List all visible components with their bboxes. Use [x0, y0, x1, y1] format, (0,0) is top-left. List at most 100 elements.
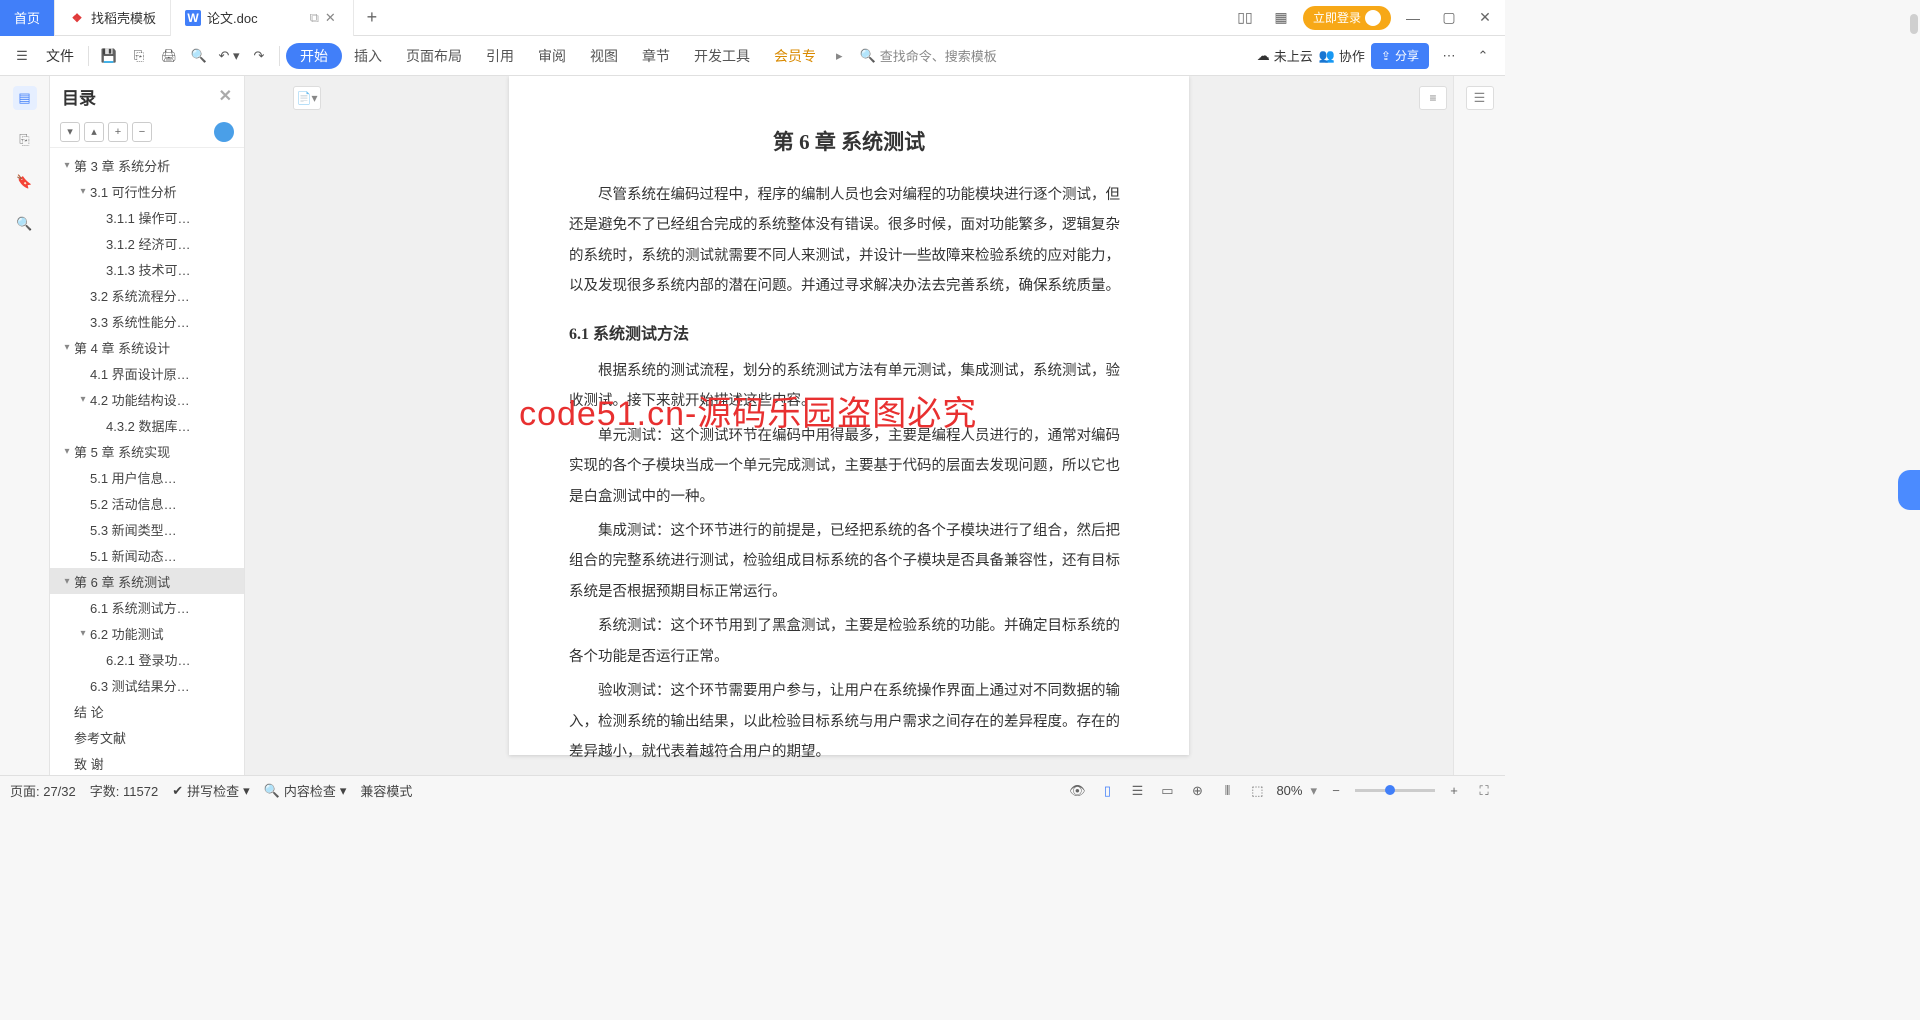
expand-all-button[interactable]: ▴	[84, 122, 104, 142]
outline-item[interactable]: 6.3 测试结果分…	[50, 672, 244, 698]
save-icon[interactable]: 💾	[95, 42, 123, 70]
ribbon-tab-7[interactable]: 开发工具	[682, 36, 762, 76]
outline-item[interactable]: 5.3 新闻类型…	[50, 516, 244, 542]
nav-icon[interactable]: ⎘	[13, 128, 37, 152]
window-minimize-icon[interactable]: —	[1399, 10, 1427, 26]
outline-item[interactable]: 参考文献	[50, 724, 244, 750]
ribbon-tab-0[interactable]: 开始	[286, 43, 342, 69]
hamburger-icon[interactable]: ☰	[8, 42, 36, 70]
outline-item[interactable]: 4.1 界面设计原…	[50, 360, 244, 386]
outline-item[interactable]: 3.1.2 经济可…	[50, 230, 244, 256]
collapse-ribbon-icon[interactable]: ⌃	[1469, 42, 1497, 70]
outline-item[interactable]: 致 谢	[50, 750, 244, 775]
document-area[interactable]: 📄▾ ≡ code51.cn-源码乐园盗图必究 第 6 章 系统测试 尽管系统在…	[245, 76, 1453, 775]
window-close-icon[interactable]: ✕	[1471, 9, 1499, 26]
view-page-icon[interactable]: ▯	[1096, 780, 1118, 802]
eye-icon[interactable]: 👁	[1066, 780, 1088, 802]
outline-item[interactable]: 3.1.1 操作可…	[50, 204, 244, 230]
ribbon-tab-4[interactable]: 审阅	[526, 36, 578, 76]
outline-item[interactable]: 5.1 新闻动态…	[50, 542, 244, 568]
apps-icon[interactable]: ▦	[1267, 9, 1295, 26]
chevron-icon: ▾	[60, 446, 74, 457]
outline-item[interactable]: ▾4.2 功能结构设…	[50, 386, 244, 412]
page-indicator[interactable]: 页面: 27/32	[10, 781, 76, 800]
ribbon-tab-5[interactable]: 视图	[578, 36, 630, 76]
view-outline-icon[interactable]: ☰	[1126, 780, 1148, 802]
find-icon[interactable]: 🔍	[13, 212, 37, 236]
fullscreen-icon[interactable]: ⛶	[1473, 780, 1495, 802]
outline-item[interactable]: ▾第 5 章 系统实现	[50, 438, 244, 464]
zoom-slider-thumb[interactable]	[1385, 785, 1395, 795]
zoom-level[interactable]: 80%	[1276, 783, 1302, 798]
layout-options-button[interactable]: ≡	[1419, 86, 1447, 110]
chevron-icon: ▾	[60, 160, 74, 171]
ribbon-tab-1[interactable]: 插入	[342, 36, 394, 76]
zoom-fit-icon[interactable]: ⬚	[1246, 780, 1268, 802]
ribbon-tab-8[interactable]: 会员专	[762, 36, 828, 76]
share-button[interactable]: ⇪分享	[1371, 43, 1429, 69]
spellcheck-button[interactable]: ✔拼写检查 ▾	[172, 781, 249, 800]
sync-icon[interactable]	[214, 122, 234, 142]
outline-item[interactable]: 5.2 活动信息…	[50, 490, 244, 516]
preview-icon[interactable]: 🔍	[185, 42, 213, 70]
tab-template[interactable]: ❖ 找稻壳模板	[55, 0, 171, 36]
outline-item[interactable]: 3.2 系统流程分…	[50, 282, 244, 308]
cloud-icon: ☁	[1257, 48, 1270, 64]
outline-item[interactable]: ▾第 6 章 系统测试	[50, 568, 244, 594]
coop-button[interactable]: 👥协作	[1319, 46, 1365, 65]
zoom-out-icon[interactable]: −	[1325, 780, 1347, 802]
demote-button[interactable]: −	[132, 122, 152, 142]
ribbon-tab-3[interactable]: 引用	[474, 36, 526, 76]
promote-button[interactable]: +	[108, 122, 128, 142]
tab-detach-icon[interactable]: ⧉	[310, 10, 319, 26]
ribbon-tab-6[interactable]: 章节	[630, 36, 682, 76]
outline-item[interactable]: ▾第 3 章 系统分析	[50, 152, 244, 178]
layout-icon[interactable]: ▯▯	[1231, 9, 1259, 26]
outline-item[interactable]: 6.2.1 登录功…	[50, 646, 244, 672]
cloud-status[interactable]: ☁未上云	[1257, 46, 1313, 65]
ribbon-tab-2[interactable]: 页面布局	[394, 36, 474, 76]
saveas-icon[interactable]: ⎘	[125, 42, 153, 70]
outline-item[interactable]: ▾3.1 可行性分析	[50, 178, 244, 204]
view-read-icon[interactable]: ▭	[1156, 780, 1178, 802]
tab-close-icon[interactable]: ✕	[325, 10, 339, 26]
undo-icon[interactable]: ↶ ▾	[215, 42, 243, 70]
right-drawer-tab[interactable]	[1898, 470, 1920, 510]
outline-toggle-icon[interactable]: ▤	[13, 86, 37, 110]
outline-item[interactable]: 5.1 用户信息…	[50, 464, 244, 490]
view-web-icon[interactable]: ⊕	[1186, 780, 1208, 802]
bookmark-icon[interactable]: 🔖	[13, 170, 37, 194]
scroll-thumb[interactable]	[1910, 14, 1918, 34]
content-check-button[interactable]: 🔍内容检查 ▾	[264, 781, 347, 800]
scrollbar[interactable]	[1906, 0, 1920, 1020]
zoom-slider[interactable]	[1355, 789, 1435, 792]
outline-item[interactable]: 4.3.2 数据库…	[50, 412, 244, 438]
outline-item[interactable]: 3.1.3 技术可…	[50, 256, 244, 282]
tab-document[interactable]: W 论文.doc ⧉ ✕	[171, 0, 354, 36]
window-restore-icon[interactable]: ▢	[1435, 9, 1463, 26]
outline-item-label: 6.3 测试结果分…	[90, 676, 190, 695]
paragraph-tool-button[interactable]: 📄▾	[293, 86, 321, 110]
paragraph: 验收测试：这个环节需要用户参与，让用户在系统操作界面上通过对不同数据的输入，检测…	[569, 676, 1129, 767]
outline-item[interactable]: 结 论	[50, 698, 244, 724]
zoom-in-icon[interactable]: +	[1443, 780, 1465, 802]
file-menu[interactable]: 文件	[38, 46, 82, 66]
word-count[interactable]: 字数: 11572	[90, 781, 158, 800]
login-button[interactable]: 立即登录	[1303, 6, 1391, 30]
redo-icon[interactable]: ↷	[245, 42, 273, 70]
outline-close-icon[interactable]: ✕	[219, 86, 232, 106]
ribbon-scroll-icon[interactable]: ▸	[830, 48, 849, 64]
outline-item[interactable]: ▾第 4 章 系统设计	[50, 334, 244, 360]
tab-home[interactable]: 首页	[0, 0, 55, 36]
new-tab-button[interactable]: +	[354, 7, 390, 28]
print-icon[interactable]: 🖨	[155, 42, 183, 70]
right-panel-toggle[interactable]: ☰	[1466, 86, 1494, 110]
compat-mode[interactable]: 兼容模式	[360, 781, 412, 800]
outline-item[interactable]: ▾6.2 功能测试	[50, 620, 244, 646]
command-search[interactable]: 🔍 查找命令、搜索模板	[851, 42, 1011, 70]
outline-item[interactable]: 6.1 系统测试方…	[50, 594, 244, 620]
outline-item[interactable]: 3.3 系统性能分…	[50, 308, 244, 334]
view-columns-icon[interactable]: ⫴	[1216, 780, 1238, 802]
more-icon[interactable]: ⋯	[1435, 42, 1463, 70]
collapse-all-button[interactable]: ▾	[60, 122, 80, 142]
